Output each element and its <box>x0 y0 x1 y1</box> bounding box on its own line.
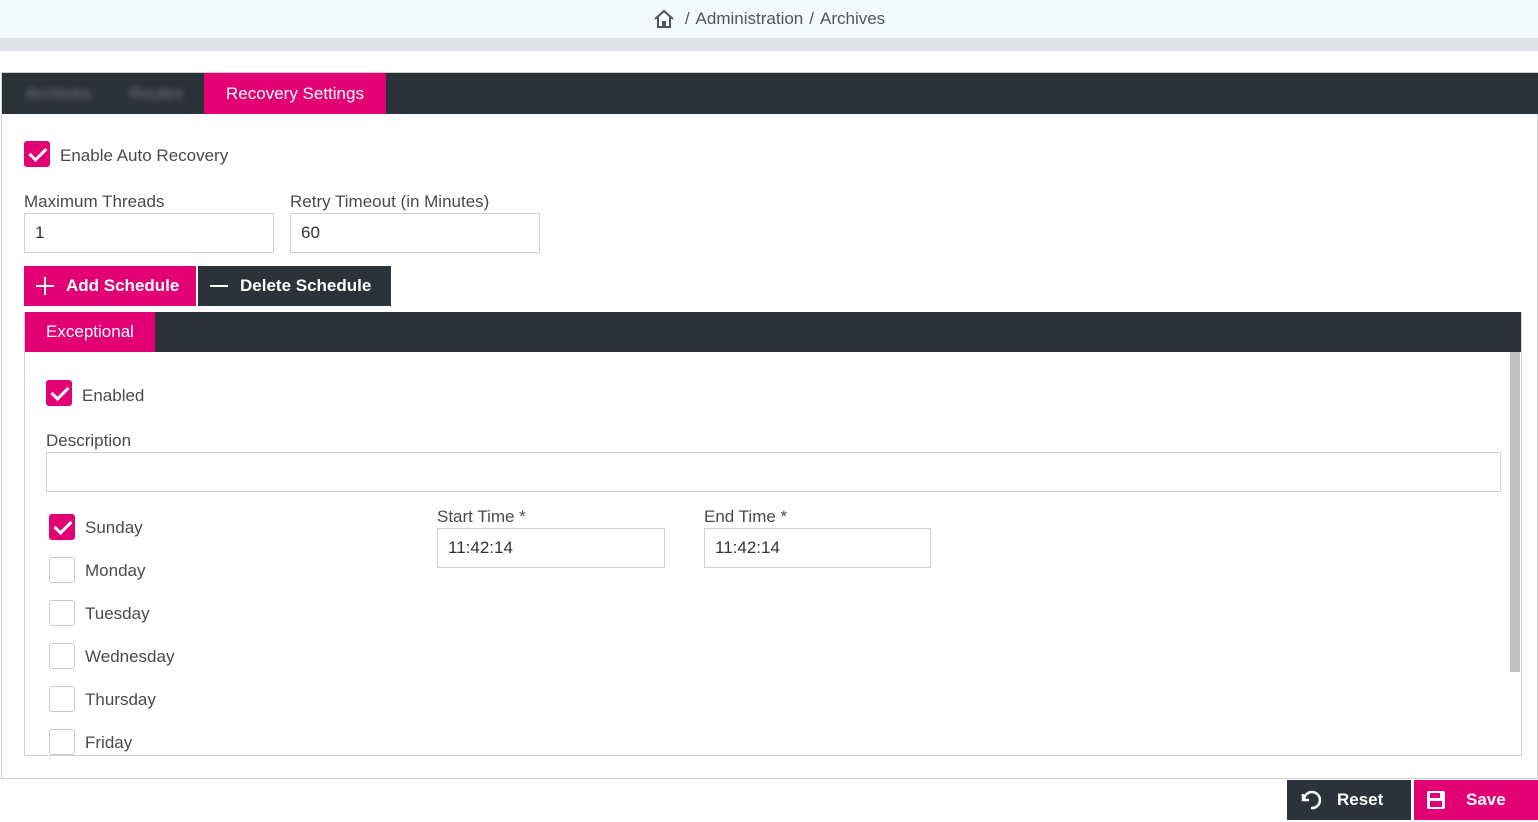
tab-archives[interactable]: Archives <box>20 73 96 114</box>
day-checkbox-tuesday[interactable] <box>49 600 75 626</box>
settings-panel: Archives Routes Recovery Settings Enable… <box>1 72 1538 779</box>
maximum-threads-label: Maximum Threads <box>24 192 165 211</box>
reset-button[interactable]: Reset <box>1287 780 1411 820</box>
day-label-sunday: Sunday <box>85 518 143 537</box>
end-time-label: End Time * <box>704 507 788 526</box>
breadcrumb-separator: / <box>684 9 690 28</box>
floppy-disk-icon <box>1427 791 1445 809</box>
enable-auto-recovery-label: Enable Auto Recovery <box>60 146 229 165</box>
undo-icon <box>1301 790 1321 810</box>
breadcrumb-archives: Archives <box>820 9 886 28</box>
retry-timeout-label: Retry Timeout (in Minutes) <box>290 192 490 211</box>
breadcrumb-administration[interactable]: Administration <box>696 9 804 29</box>
day-label-monday: Monday <box>85 561 146 580</box>
day-checkbox-friday[interactable] <box>49 729 75 755</box>
reset-label: Reset <box>1337 790 1384 809</box>
schedule-tab-bar: Exceptional <box>25 312 1521 352</box>
description-label: Description <box>46 431 132 450</box>
day-checkbox-sunday[interactable] <box>49 514 75 540</box>
save-button[interactable]: Save <box>1414 780 1538 820</box>
retry-timeout-input[interactable]: 60 <box>290 213 540 253</box>
plus-icon <box>36 277 54 295</box>
schedule-panel: Exceptional Enabled Description Sunday M… <box>24 312 1522 756</box>
home-icon[interactable] <box>653 9 675 29</box>
save-label: Save <box>1466 790 1506 809</box>
delete-schedule-label: Delete Schedule <box>240 276 372 295</box>
description-input[interactable] <box>46 452 1501 492</box>
breadcrumb-separator: / <box>809 9 814 28</box>
maximum-threads-input[interactable]: 1 <box>24 213 274 253</box>
day-label-wednesday: Wednesday <box>85 647 175 666</box>
start-time-input[interactable]: 11:42:14 <box>437 528 665 568</box>
tab-routes[interactable]: Routes <box>120 73 192 114</box>
add-schedule-label: Add Schedule <box>66 276 180 295</box>
day-label-tuesday: Tuesday <box>85 604 150 623</box>
day-checkbox-thursday[interactable] <box>49 686 75 712</box>
header-divider <box>0 38 1538 51</box>
day-label-thursday: Thursday <box>85 690 156 709</box>
breadcrumb: / Administration / Archives <box>0 0 1538 38</box>
schedule-enabled-label: Enabled <box>82 386 145 405</box>
add-schedule-button[interactable]: Add Schedule <box>24 266 196 306</box>
day-checkbox-monday[interactable] <box>49 557 75 583</box>
tab-exceptional[interactable]: Exceptional <box>25 312 155 352</box>
schedule-enabled-checkbox[interactable] <box>46 380 72 406</box>
tab-recovery-settings[interactable]: Recovery Settings <box>204 73 386 114</box>
enable-auto-recovery-checkbox[interactable] <box>24 141 50 167</box>
delete-schedule-button[interactable]: Delete Schedule <box>198 266 391 306</box>
scrollbar[interactable] <box>1510 352 1520 672</box>
day-checkbox-wednesday[interactable] <box>49 643 75 669</box>
end-time-input[interactable]: 11:42:14 <box>704 528 931 568</box>
minus-icon <box>210 277 228 295</box>
day-label-friday: Friday <box>85 733 133 752</box>
tab-bar: Archives Routes Recovery Settings <box>2 73 1538 114</box>
start-time-label: Start Time * <box>437 507 526 526</box>
